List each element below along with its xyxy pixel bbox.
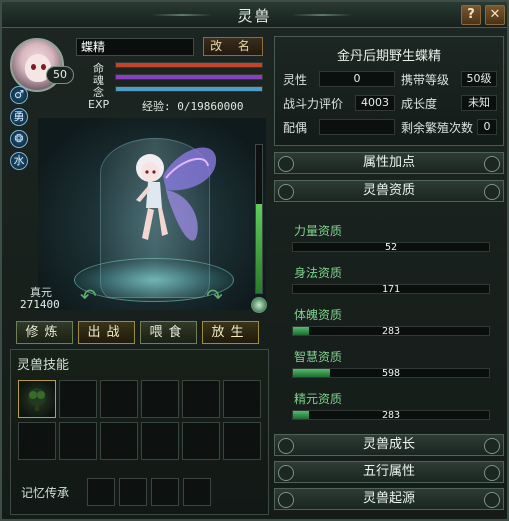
skill-slot-6[interactable] xyxy=(223,380,261,418)
skill-slot-2[interactable] xyxy=(59,380,97,418)
vertical-gauge-fill xyxy=(256,204,262,293)
skill-slot-5[interactable] xyxy=(182,380,220,418)
help-button[interactable]: ? xyxy=(461,5,481,25)
carry-level-label: 携带等级 xyxy=(401,73,450,87)
pet-window: 灵兽 ? ✕ 50 ♂ 勇 ❂ 水 蝶精 改 名 命 魂 念 EXP 经验: 0… xyxy=(0,0,509,521)
carry-level-value: 50级 xyxy=(461,71,497,87)
pet-level-badge: 50 xyxy=(46,66,74,84)
memory-inherit-label: 记忆传承 xyxy=(21,486,70,500)
lingxing-value: 0 xyxy=(319,71,395,87)
pet-info-panel: 金丹后期野生蝶精 灵性 0 携带等级 50级 战斗力评价 4003 成长度 未知… xyxy=(274,36,504,146)
section-five-elements[interactable]: 五行属性 xyxy=(274,461,504,483)
skill-slot-12[interactable] xyxy=(223,422,261,460)
memory-slot-1[interactable] xyxy=(87,478,115,506)
avatar-eye-left xyxy=(31,64,36,70)
male-icon[interactable]: ♂ xyxy=(10,86,28,104)
cultivate-button[interactable]: 修炼 xyxy=(16,321,73,344)
skill-slot-1[interactable] xyxy=(18,380,56,418)
gauge-orb-icon[interactable] xyxy=(251,297,267,313)
butterfly-fairy-model xyxy=(136,147,217,241)
section-pet-growth[interactable]: 灵兽成长 xyxy=(274,434,504,456)
aptitude-name: 力量资质 xyxy=(294,224,343,238)
memory-slot-4[interactable] xyxy=(183,478,211,506)
aptitude-value: 283 xyxy=(381,410,401,421)
mate-value xyxy=(319,119,395,135)
hp-bar xyxy=(115,62,263,68)
aptitude-name: 精元资质 xyxy=(294,392,343,406)
title-ornament-right xyxy=(292,14,352,16)
aptitude-value: 283 xyxy=(381,326,401,337)
avatar-eye-right xyxy=(41,64,46,70)
zhenyuan-value: 271400 xyxy=(20,298,60,311)
feed-button[interactable]: 喂食 xyxy=(140,321,197,344)
rename-button[interactable]: 改 名 xyxy=(203,37,263,56)
growth-label: 成长度 xyxy=(401,97,438,111)
pet-name-field: 蝶精 xyxy=(76,38,194,56)
window-title: 灵兽 xyxy=(237,7,272,25)
breed-count-label: 剩余繁殖次数 xyxy=(401,121,474,135)
aptitude-value: 52 xyxy=(384,242,398,253)
section-pet-origin[interactable]: 灵兽起源 xyxy=(274,488,504,510)
skills-title: 灵兽技能 xyxy=(17,358,70,373)
skill-slot-11[interactable] xyxy=(182,422,220,460)
aptitude-name: 身法资质 xyxy=(294,266,343,280)
memory-slot-2[interactable] xyxy=(119,478,147,506)
mind-bar xyxy=(115,86,263,92)
exp-value: 经验: 0/19860000 xyxy=(142,100,244,113)
title-bar[interactable]: 灵兽 ? ✕ xyxy=(2,2,507,28)
skills-panel: 灵兽技能 记忆传承 xyxy=(10,349,269,515)
deploy-button[interactable]: 出战 xyxy=(78,321,135,344)
hp-bar-fill xyxy=(116,63,262,67)
aptitude-value: 171 xyxy=(381,284,401,295)
brave-icon[interactable]: 勇 xyxy=(10,108,28,126)
rotate-right-icon[interactable]: ↷ xyxy=(206,284,223,308)
skill-tree-icon xyxy=(28,388,46,411)
section-pet-aptitude[interactable]: 灵兽资质 xyxy=(274,180,504,202)
release-button[interactable]: 放生 xyxy=(202,321,259,344)
skill-slot-9[interactable] xyxy=(100,422,138,460)
pet-full-title: 金丹后期野生蝶精 xyxy=(336,49,441,64)
mind-bar-fill xyxy=(116,87,262,91)
power-label: 战斗力评价 xyxy=(283,97,344,111)
power-value: 4003 xyxy=(355,95,395,111)
soul-bar-fill xyxy=(116,75,262,79)
aptitude-name: 智慧资质 xyxy=(294,350,343,364)
skill-slot-8[interactable] xyxy=(59,422,97,460)
lingxing-label: 灵性 xyxy=(283,73,308,87)
aptitude-list: 力量资质 52 身法资质 171 体魄资质 283 智慧资质 598 精元资质 … xyxy=(280,208,502,428)
skill-slot-3[interactable] xyxy=(100,380,138,418)
memory-slot-3[interactable] xyxy=(151,478,179,506)
pet-model-stage[interactable]: ↶ ↷ xyxy=(38,118,266,310)
vertical-gauge xyxy=(255,144,263,294)
aptitude-value: 598 xyxy=(381,368,401,379)
rotate-left-icon[interactable]: ↶ xyxy=(80,284,97,308)
mate-label: 配偶 xyxy=(283,121,308,135)
breed-count-value: 0 xyxy=(477,119,497,135)
skill-orb-icon[interactable]: ❂ xyxy=(10,130,28,148)
exp-label: EXP xyxy=(88,98,110,111)
aptitude-name: 体魄资质 xyxy=(294,308,343,322)
section-attr-bonus[interactable]: 属性加点 xyxy=(274,152,504,174)
skill-slot-7[interactable] xyxy=(18,422,56,460)
skill-slot-4[interactable] xyxy=(141,380,179,418)
close-button[interactable]: ✕ xyxy=(485,5,505,25)
skill-slot-10[interactable] xyxy=(141,422,179,460)
water-element-icon[interactable]: 水 xyxy=(10,152,28,170)
growth-value: 未知 xyxy=(461,95,497,111)
soul-bar xyxy=(115,74,263,80)
